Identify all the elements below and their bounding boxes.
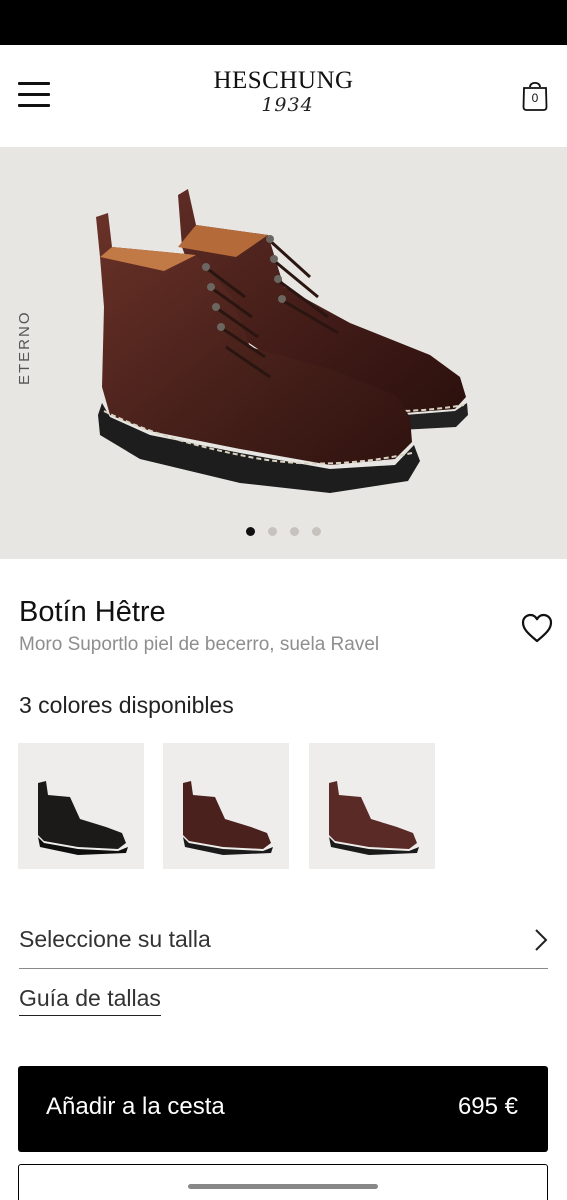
- status-bar: [0, 0, 567, 45]
- size-selector-label: Seleccione su talla: [19, 926, 211, 952]
- carousel-pagination: [0, 527, 567, 536]
- product-description: Moro Suportlo piel de becerro, suela Rav…: [19, 634, 380, 655]
- add-to-cart-button[interactable]: Añadir a la cesta 695 €: [18, 1066, 548, 1152]
- secondary-button[interactable]: [18, 1164, 548, 1200]
- color-swatch-burgundy[interactable]: [309, 743, 435, 869]
- brand-name: HESCHUNG: [213, 67, 354, 94]
- carousel-dot[interactable]: [246, 527, 255, 536]
- boot-thumbnail-burgundy: [329, 781, 419, 855]
- colors-available-label: 3 colores disponibles: [19, 692, 234, 718]
- product-title: Botín Hêtre: [19, 596, 166, 628]
- product-image-gallery[interactable]: ETERNO: [0, 147, 567, 559]
- color-swatch-moro[interactable]: [163, 743, 289, 869]
- size-guide-link[interactable]: Guía de tallas: [19, 985, 161, 1016]
- heart-icon[interactable]: [520, 612, 554, 644]
- add-to-cart-label: Añadir a la cesta: [46, 1093, 225, 1120]
- brand-year: 1934: [261, 94, 314, 116]
- carousel-dot[interactable]: [268, 527, 277, 536]
- home-indicator[interactable]: [188, 1184, 378, 1189]
- carousel-dot[interactable]: [290, 527, 299, 536]
- carousel-dot[interactable]: [312, 527, 321, 536]
- chevron-right-icon: [535, 929, 548, 951]
- boot-thumbnail-black: [38, 781, 128, 855]
- header: HESCHUNG 1934 0: [0, 45, 567, 147]
- product-price: 695 €: [457, 1093, 518, 1120]
- boot-thumbnail-moro: [183, 781, 273, 855]
- color-swatch-black[interactable]: [18, 743, 144, 869]
- shopping-bag-icon[interactable]: 0: [521, 79, 549, 111]
- size-selector[interactable]: Seleccione su talla: [19, 920, 548, 969]
- cart-count: 0: [531, 91, 539, 105]
- product-image: [96, 189, 468, 493]
- brand-logo[interactable]: HESCHUNG 1934: [0, 67, 567, 115]
